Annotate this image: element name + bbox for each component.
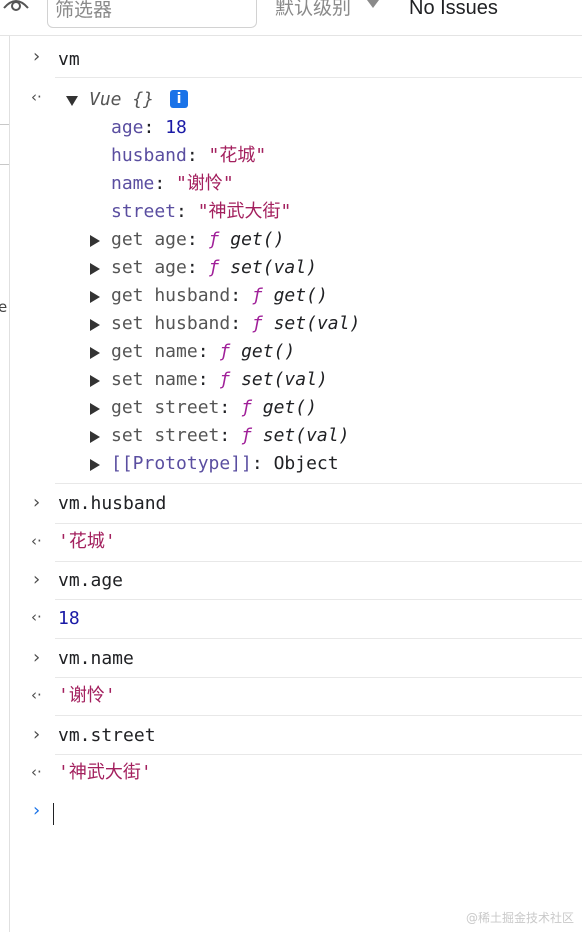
accessor-property[interactable]: set age: ƒ set(val) (111, 256, 317, 280)
input-chevron-icon: › (33, 569, 41, 590)
expand-triangle-icon[interactable] (90, 319, 100, 331)
console-output-text: 18 (58, 608, 80, 629)
input-chevron-icon: › (33, 492, 41, 513)
output-chevron-icon: ‹· (31, 88, 42, 106)
divider (0, 124, 9, 125)
input-chevron-icon: › (33, 724, 41, 745)
chevron-down-icon[interactable] (366, 0, 380, 11)
prototype-property[interactable]: [[Prototype]]: Object (111, 452, 339, 476)
console-input-text: vm (58, 49, 80, 70)
expand-triangle-icon[interactable] (90, 291, 100, 303)
output-chevron-icon: ‹· (31, 763, 42, 781)
console-output-row: ‹· '花城' (11, 524, 582, 562)
console-input-row: › vm.age (11, 562, 582, 600)
console-output-text: '花城' (58, 531, 116, 552)
console-input-text: vm.husband (58, 493, 167, 514)
expand-triangle-icon[interactable] (90, 459, 100, 471)
console-output-row: ‹· '谢怜' (11, 678, 582, 716)
object-property: street: "神武大街" (111, 201, 292, 222)
console-messages: › vm ‹· Vue {} i age: 18 husband: "花城" n… (11, 36, 582, 932)
expand-triangle-icon[interactable] (90, 375, 100, 387)
watermark: @稀土掘金技术社区 (465, 911, 574, 925)
expand-triangle-icon[interactable] (90, 431, 100, 443)
console-prompt-input[interactable] (53, 803, 54, 825)
accessor-property[interactable]: get street: ƒ get() (111, 396, 317, 420)
object-class-name[interactable]: Vue {} (89, 88, 154, 112)
input-chevron-icon: › (33, 647, 41, 668)
console-output-text: '神武大街' (58, 762, 152, 783)
accessor-property[interactable]: set street: ƒ set(val) (111, 424, 349, 448)
output-chevron-icon: ‹· (31, 686, 42, 704)
expand-triangle-icon[interactable] (90, 263, 100, 275)
accessor-property[interactable]: get age: ƒ get() (111, 228, 284, 252)
console-input-row: › vm.name (11, 639, 582, 678)
eye-icon[interactable] (2, 0, 30, 18)
expand-triangle-icon[interactable] (90, 347, 100, 359)
prompt-chevron-icon: › (33, 800, 41, 821)
console-input-text: vm.street (58, 725, 156, 746)
expand-triangle-icon[interactable] (90, 403, 100, 415)
expand-triangle-icon[interactable] (66, 96, 78, 106)
console-toolbar: 筛选器 默认级别 No Issues (0, 0, 582, 36)
object-property: name: "谢怜" (111, 173, 234, 194)
console-input-text: vm.age (58, 570, 124, 591)
issues-counter[interactable]: No Issues (409, 0, 498, 21)
truncated-label: e (0, 298, 8, 316)
object-property: husband: "花城" (111, 145, 267, 166)
console-input-row: › vm.husband (11, 484, 582, 524)
output-chevron-icon: ‹· (31, 532, 42, 550)
console-output-object: ‹· Vue {} i age: 18 husband: "花城" name: … (11, 78, 582, 484)
expand-triangle-icon[interactable] (90, 235, 100, 247)
console-input-text: vm.name (58, 648, 134, 669)
log-levels-dropdown[interactable]: 默认级别 (275, 0, 351, 21)
console-output-row: ‹· '神武大街' (11, 755, 582, 793)
input-chevron-icon: › (33, 46, 41, 67)
console-input-row: › vm.street (11, 716, 582, 755)
accessor-property[interactable]: set husband: ƒ set(val) (111, 312, 360, 336)
drawer-edge: e (0, 36, 10, 932)
console-input-row: › vm (11, 36, 582, 78)
console-output-row: ‹· 18 (11, 600, 582, 639)
divider (0, 164, 9, 165)
accessor-property[interactable]: set name: ƒ set(val) (111, 368, 328, 392)
accessor-property[interactable]: get husband: ƒ get() (111, 284, 328, 308)
accessor-property[interactable]: get name: ƒ get() (111, 340, 295, 364)
output-chevron-icon: ‹· (31, 608, 42, 626)
filter-input[interactable]: 筛选器 (47, 0, 257, 28)
info-icon[interactable]: i (170, 90, 188, 108)
console-output-text: '谢怜' (58, 685, 116, 706)
object-property: age: 18 (111, 117, 187, 138)
